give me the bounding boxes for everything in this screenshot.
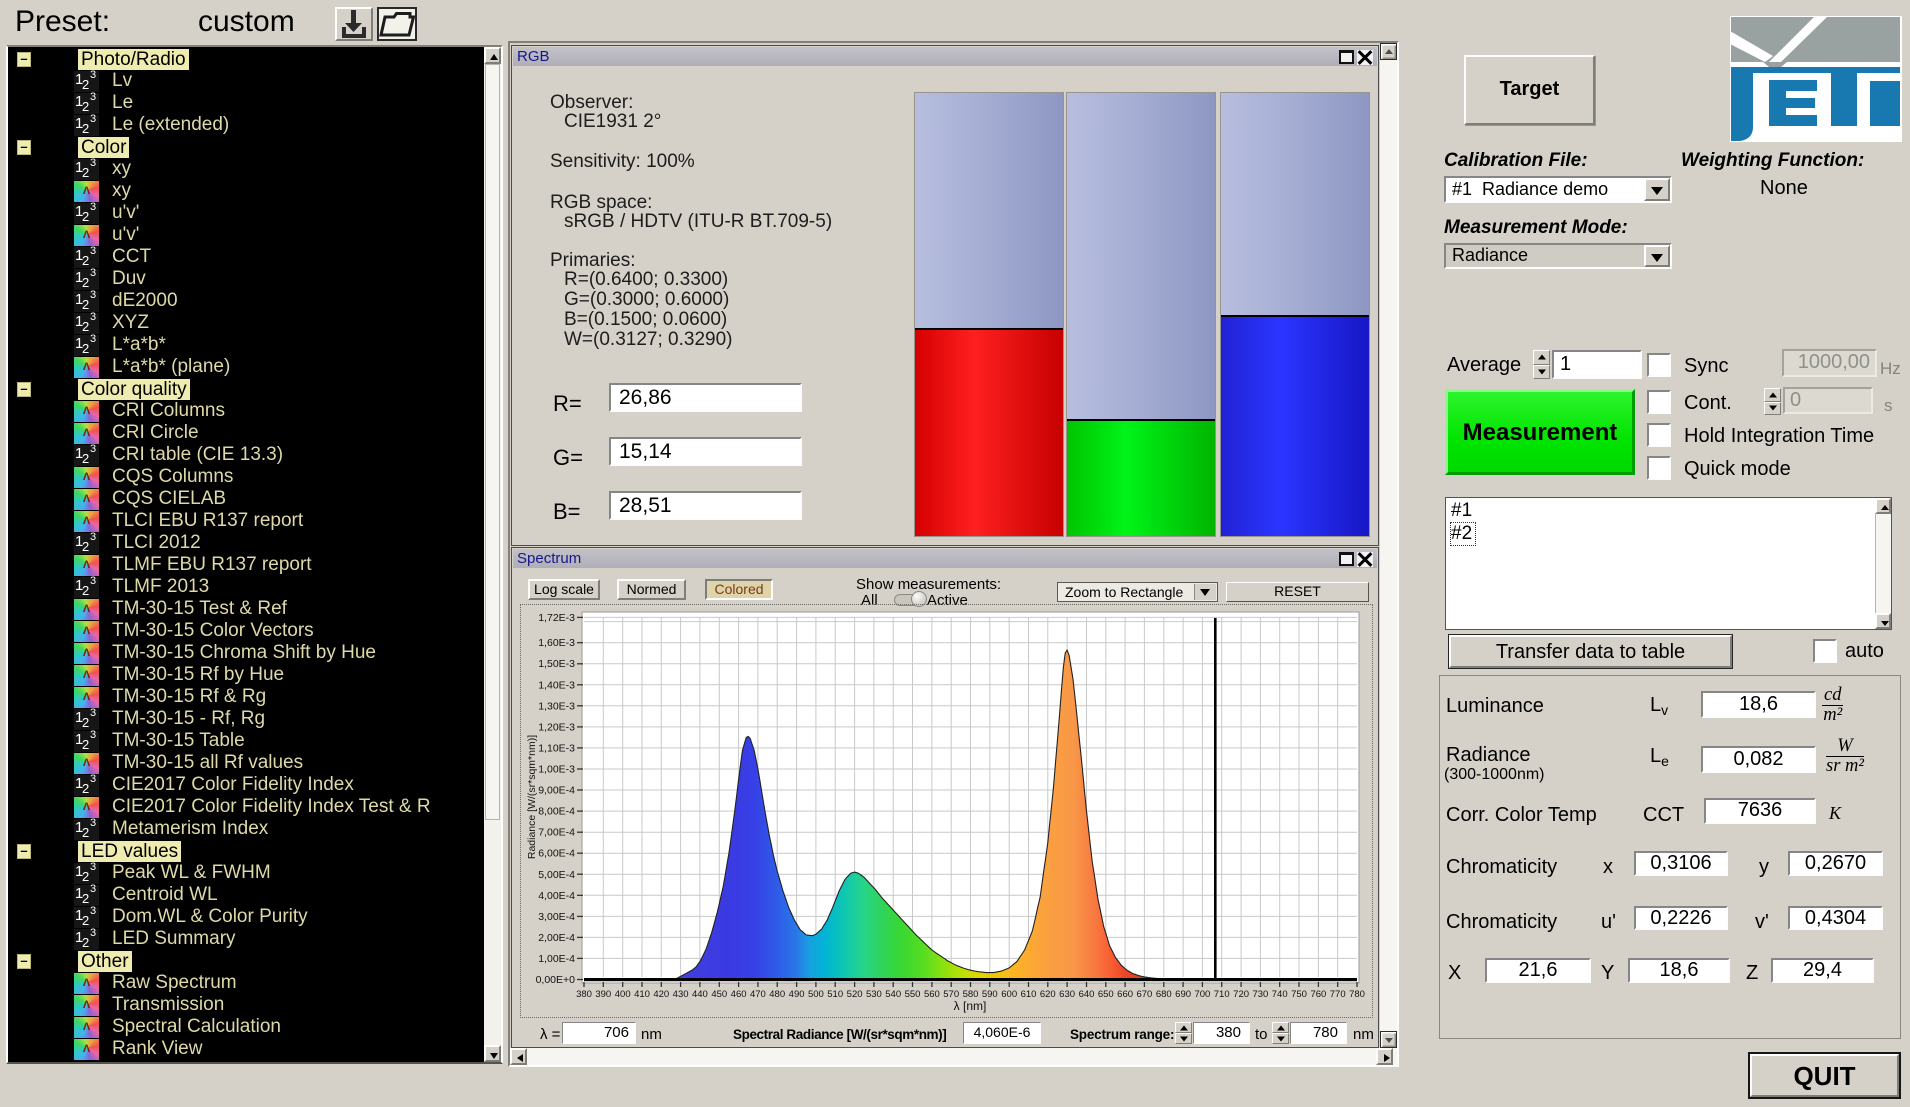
svg-text:740: 740 — [1272, 989, 1288, 1000]
svg-text:1,50E-3: 1,50E-3 — [538, 658, 575, 670]
svg-text:3,00E-4: 3,00E-4 — [538, 911, 575, 923]
svg-text:540: 540 — [885, 989, 901, 1000]
svg-text:7,00E-4: 7,00E-4 — [538, 827, 575, 839]
svg-text:470: 470 — [750, 989, 766, 1000]
svg-text:670: 670 — [1136, 989, 1152, 1000]
svg-text:1,60E-3: 1,60E-3 — [538, 637, 575, 649]
svg-text:460: 460 — [731, 989, 747, 1000]
svg-text:1,40E-3: 1,40E-3 — [538, 679, 575, 691]
svg-text:750: 750 — [1291, 989, 1307, 1000]
svg-text:530: 530 — [866, 989, 882, 1000]
svg-text:450: 450 — [711, 989, 727, 1000]
svg-text:Radiance [W/(sr*sqm*nm)]: Radiance [W/(sr*sqm*nm)] — [526, 735, 538, 859]
svg-text:560: 560 — [924, 989, 940, 1000]
svg-text:1,00E-3: 1,00E-3 — [538, 764, 575, 776]
svg-text:760: 760 — [1310, 989, 1326, 1000]
svg-text:400: 400 — [615, 989, 631, 1000]
svg-text:1,20E-3: 1,20E-3 — [538, 721, 575, 733]
svg-text:380: 380 — [576, 989, 592, 1000]
svg-text:λ [nm]: λ [nm] — [954, 999, 987, 1013]
svg-text:630: 630 — [1059, 989, 1075, 1000]
svg-text:690: 690 — [1175, 989, 1191, 1000]
svg-text:420: 420 — [653, 989, 669, 1000]
svg-text:2,00E-4: 2,00E-4 — [538, 932, 575, 944]
svg-text:1,72E-3: 1,72E-3 — [538, 612, 575, 624]
svg-text:510: 510 — [827, 989, 843, 1000]
svg-text:650: 650 — [1098, 989, 1114, 1000]
svg-text:600: 600 — [1001, 989, 1017, 1000]
svg-text:770: 770 — [1330, 989, 1346, 1000]
svg-text:660: 660 — [1117, 989, 1133, 1000]
svg-text:390: 390 — [595, 989, 611, 1000]
svg-text:490: 490 — [789, 989, 805, 1000]
svg-text:640: 640 — [1079, 989, 1095, 1000]
svg-text:4,00E-4: 4,00E-4 — [538, 890, 575, 902]
svg-text:9,00E-4: 9,00E-4 — [538, 785, 575, 797]
svg-text:620: 620 — [1040, 989, 1056, 1000]
svg-text:520: 520 — [847, 989, 863, 1000]
svg-text:680: 680 — [1156, 989, 1172, 1000]
svg-text:730: 730 — [1252, 989, 1268, 1000]
svg-text:700: 700 — [1194, 989, 1210, 1000]
svg-text:8,00E-4: 8,00E-4 — [538, 806, 575, 818]
svg-text:5,00E-4: 5,00E-4 — [538, 869, 575, 881]
svg-text:1,10E-3: 1,10E-3 — [538, 742, 575, 754]
svg-text:480: 480 — [769, 989, 785, 1000]
svg-text:550: 550 — [905, 989, 921, 1000]
svg-text:0,00E+0: 0,00E+0 — [536, 974, 576, 986]
svg-text:430: 430 — [673, 989, 689, 1000]
svg-text:410: 410 — [634, 989, 650, 1000]
svg-text:720: 720 — [1233, 989, 1249, 1000]
svg-text:6,00E-4: 6,00E-4 — [538, 848, 575, 860]
svg-text:440: 440 — [692, 989, 708, 1000]
svg-text:1,00E-4: 1,00E-4 — [538, 953, 575, 965]
svg-text:610: 610 — [1021, 989, 1037, 1000]
svg-text:710: 710 — [1214, 989, 1230, 1000]
svg-text:1,30E-3: 1,30E-3 — [538, 700, 575, 712]
svg-text:780: 780 — [1349, 989, 1365, 1000]
svg-text:500: 500 — [808, 989, 824, 1000]
